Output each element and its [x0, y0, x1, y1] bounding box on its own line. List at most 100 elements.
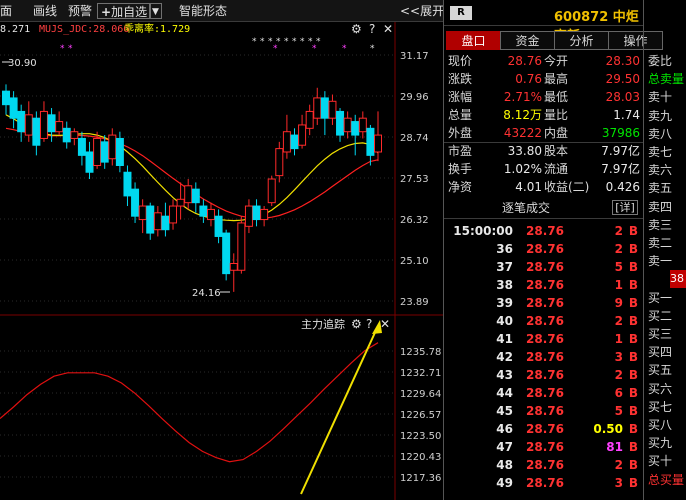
detail-button[interactable]: [详] — [612, 200, 638, 215]
candle-body — [62, 127, 71, 143]
r-badge[interactable]: R — [450, 6, 472, 20]
candle-body — [2, 90, 10, 106]
trade-side: B — [628, 386, 638, 400]
add-watchlist-button[interactable]: +加自选 — [97, 3, 152, 19]
help-icon[interactable]: ? — [369, 22, 375, 36]
order-book-row[interactable]: 买四 — [644, 343, 686, 361]
candle-body — [244, 205, 253, 227]
kline-chart[interactable]: 31.1729.9628.7427.5326.3225.1023.89 * ** *… — [0, 22, 443, 500]
order-book-row[interactable]: 卖九 — [644, 107, 686, 125]
trade-side: B — [628, 278, 638, 292]
price-tick-label: 26.32 — [400, 215, 429, 226]
toolbar-item-alert[interactable]: 预警 — [68, 3, 92, 19]
quote-label: 最高 — [544, 72, 569, 86]
order-book-row[interactable]: 委比 — [644, 52, 686, 70]
order-book-row[interactable]: 买七 — [644, 398, 686, 416]
trade-side: B — [628, 422, 638, 436]
trade-row: 39 28.76 9 B — [444, 294, 644, 312]
trade-volume: 1 — [614, 278, 623, 292]
price-tick-label: 27.53 — [400, 174, 429, 185]
signal-star-icon: * — [342, 44, 347, 54]
price-tick-label: 23.89 — [400, 297, 429, 308]
indicator-close-icon[interactable]: ✕ — [380, 317, 390, 331]
candle-body — [237, 222, 246, 271]
tab-funds[interactable]: 资金 — [500, 31, 555, 50]
order-book-row[interactable]: 买一 — [644, 289, 686, 307]
order-book-row[interactable]: 总卖量 — [644, 70, 686, 88]
order-book-row[interactable]: 卖七 — [644, 143, 686, 161]
gear-icon[interactable]: ⚙ — [351, 22, 362, 36]
order-book-row[interactable]: 卖八 — [644, 125, 686, 143]
candle-body — [229, 262, 238, 271]
order-book-row[interactable]: 卖十 — [644, 88, 686, 106]
signal-star-icon: * — [300, 37, 305, 47]
toolbar-item-draw-line[interactable]: 画线 — [33, 3, 57, 19]
indicator-tick-label: 1223.50 — [400, 431, 441, 442]
trade-price: 28.76 — [526, 386, 564, 400]
candle-body — [108, 134, 117, 160]
plus-icon: + — [101, 5, 112, 19]
trade-row: 37 28.76 5 B — [444, 258, 644, 276]
order-book-row[interactable]: 买十 — [644, 452, 686, 470]
add-watchlist-dropdown[interactable]: ▼ — [149, 3, 162, 19]
quote-label: 今开 — [544, 54, 569, 68]
order-book-row[interactable]: 买三 — [644, 325, 686, 343]
trade-row: 43 28.76 2 B — [444, 366, 644, 384]
indicator-help-icon[interactable]: ? — [366, 317, 372, 331]
candle-body — [290, 134, 299, 150]
toolbar-item-screen[interactable]: 画面 — [0, 3, 12, 19]
close-icon[interactable]: ✕ — [383, 22, 393, 36]
trade-side: B — [628, 296, 638, 310]
order-book-row[interactable]: 卖一 — [644, 252, 686, 270]
stock-header: R 600872 中炬高新 — [444, 0, 644, 44]
candle-body — [252, 205, 261, 221]
trade-time: 39 — [496, 296, 513, 310]
trade-row: 44 28.76 6 B — [444, 384, 644, 402]
order-book-row[interactable]: 卖二 — [644, 234, 686, 252]
current-price-marker: 38 — [670, 270, 686, 288]
trade-volume: 3 — [614, 476, 623, 490]
candle-body — [77, 137, 86, 156]
trade-time: 49 — [496, 476, 513, 490]
order-book-row[interactable]: 买五 — [644, 361, 686, 379]
candle-body — [282, 131, 291, 153]
trade-volume: 2 — [614, 314, 623, 328]
order-book-row[interactable]: 总买量 — [644, 471, 686, 489]
indicator-gear-icon[interactable]: ⚙ — [351, 317, 362, 331]
candle-body — [115, 137, 124, 166]
trade-side: B — [628, 476, 638, 490]
trade-side: B — [628, 350, 638, 364]
order-book-row[interactable]: 卖五 — [644, 179, 686, 197]
tab-analysis[interactable]: 分析 — [554, 31, 609, 50]
trade-volume: 5 — [614, 260, 623, 274]
trade-volume: 2 — [614, 458, 623, 472]
quote-row: 市盈 33.80 股本 7.97亿 — [444, 142, 644, 161]
trade-time: 48 — [496, 458, 513, 472]
order-book-row[interactable]: 卖三 — [644, 216, 686, 234]
quote-separator — [444, 142, 644, 143]
expand-panel-button[interactable]: <<展开 — [400, 3, 444, 19]
order-book-row[interactable]: 卖六 — [644, 161, 686, 179]
signal-star-icon: * — [260, 37, 265, 47]
ma-red-line — [5, 127, 379, 219]
order-book-row[interactable]: 买九 — [644, 434, 686, 452]
candle-body — [343, 117, 352, 133]
trade-volume: 5 — [614, 404, 623, 418]
tab-handicap[interactable]: 盘口 — [446, 31, 501, 50]
toolbar-item-smart-pattern[interactable]: 智能形态 — [179, 3, 227, 19]
trade-time: 37 — [496, 260, 513, 274]
trade-volume: 9 — [614, 296, 623, 310]
order-book-row[interactable]: 买八 — [644, 416, 686, 434]
order-book-row[interactable]: 买二 — [644, 307, 686, 325]
trade-time: 36 — [496, 242, 513, 256]
quote-value: 1.02% — [503, 162, 542, 176]
quote-value: 33.80 — [507, 144, 542, 158]
quote-label: 收益(二) — [544, 180, 590, 194]
trade-volume: 3 — [614, 350, 623, 364]
signal-star-icon: * — [370, 44, 375, 54]
trade-side: B — [628, 368, 638, 382]
order-book-row[interactable]: 买六 — [644, 380, 686, 398]
trade-volume: 6 — [614, 386, 623, 400]
order-book-row[interactable]: 卖四 — [644, 198, 686, 216]
trade-price: 28.76 — [526, 368, 564, 382]
